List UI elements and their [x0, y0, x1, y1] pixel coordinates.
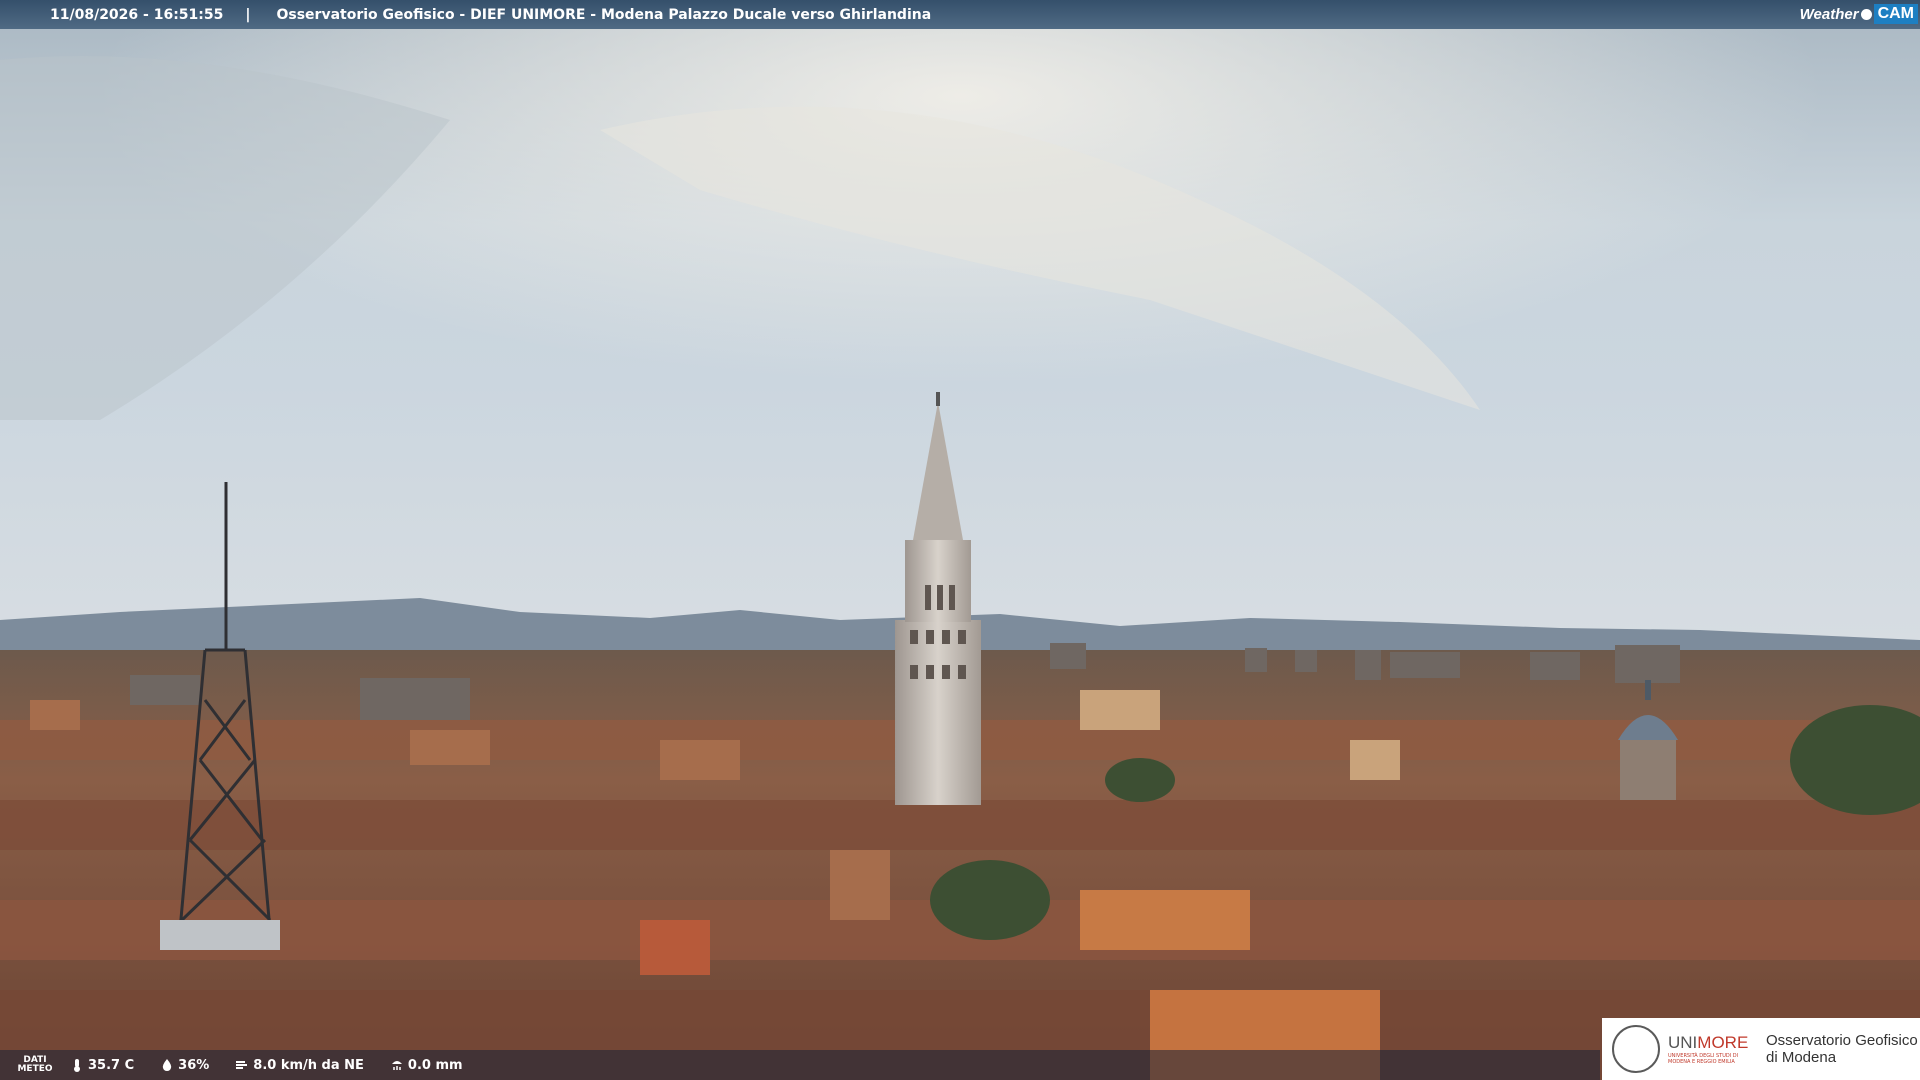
humidity-reading: 36%	[160, 1058, 209, 1073]
temperature-value: 35.7 C	[88, 1057, 135, 1073]
unimore-suffix: MORE	[1697, 1033, 1749, 1052]
brand-dot-icon	[1860, 8, 1872, 20]
observatory-line2: di Modena	[1766, 1049, 1837, 1066]
title-separator: |	[245, 6, 251, 23]
rain-value: 0.0 mm	[407, 1057, 463, 1073]
webcam-logo-icon: Weather CAM	[1800, 2, 1918, 26]
meteo-label-line2: METEO	[17, 1064, 53, 1074]
brand-cam: CAM	[1873, 4, 1918, 24]
rain-gauge-icon	[391, 1061, 402, 1070]
observatory-name: Osservatorio Geofisico di Modena	[1766, 1032, 1918, 1066]
webcam-photo	[0, 0, 1920, 1080]
unimore-wordmark: UNIMORE UNIVERSITÀ DEGLI STUDI DI MODENA…	[1668, 1033, 1756, 1065]
mast-cabinets	[160, 920, 280, 950]
wind-value: 8.0 km/h da NE	[253, 1057, 364, 1073]
overlay-top-bar: 11/08/2026 - 16:51:55 | Osservatorio Geo…	[0, 0, 1920, 29]
timestamp: 11/08/2026 - 16:51:55	[50, 6, 224, 23]
rain-reading: 0.0 mm	[390, 1058, 463, 1073]
unimore-prefix: UNI	[1668, 1033, 1698, 1052]
thermometer-icon	[74, 1059, 80, 1072]
observatory-line1: Osservatorio Geofisico	[1766, 1032, 1918, 1049]
meteo-label: DATI METEO	[0, 1056, 70, 1074]
unimore-logo-panel: UNIMORE UNIVERSITÀ DEGLI STUDI DI MODENA…	[1602, 1018, 1920, 1080]
meteo-data-bar: DATI METEO 35.7 C 36% 8.0 km/h da NE 0.0…	[0, 1050, 1600, 1080]
unimore-name: UNIMORE	[1668, 1033, 1756, 1053]
wind-icon	[236, 1061, 248, 1069]
unimore-subtitle: UNIVERSITÀ DEGLI STUDI DI MODENA E REGGI…	[1668, 1053, 1739, 1065]
temperature-reading: 35.7 C	[70, 1058, 134, 1073]
brand-weather: Weather	[1799, 5, 1859, 23]
university-seal-icon	[1612, 1025, 1660, 1073]
humidity-drop-icon	[162, 1059, 172, 1071]
camera-title: Osservatorio Geofisico - DIEF UNIMORE - …	[276, 6, 932, 23]
humidity-value: 36%	[178, 1057, 210, 1073]
wind-reading: 8.0 km/h da NE	[235, 1058, 364, 1073]
